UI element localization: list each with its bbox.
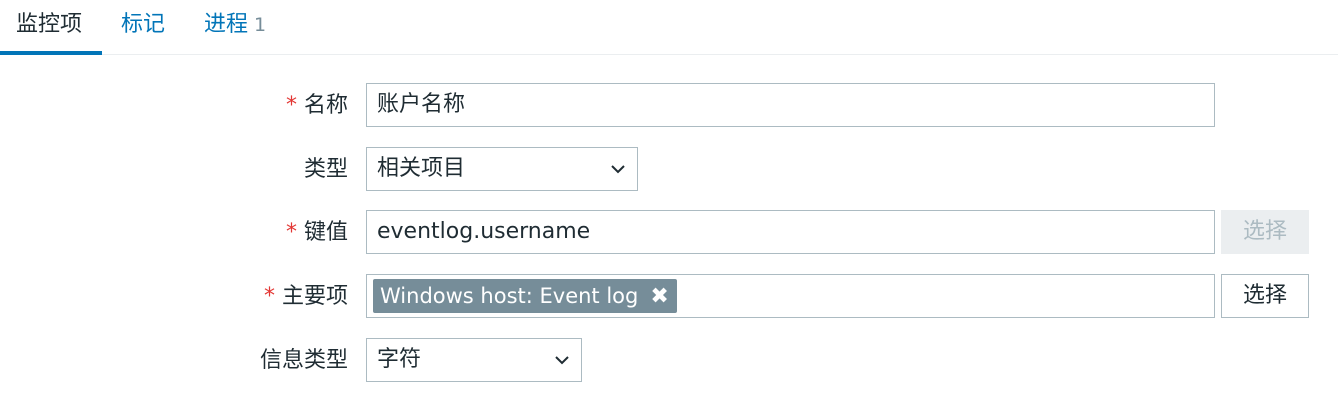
type-select[interactable]: 相关项目 <box>366 147 638 191</box>
form-row-name: * 名称 账户名称 <box>0 83 1338 129</box>
form-row-key: * 键值 eventlog.username 选择 <box>0 210 1338 256</box>
tab-items-label: 监控项 <box>16 12 83 37</box>
tab-bar: 监控项 标记 进程 1 <box>0 0 1338 55</box>
master-item-tag: Windows host: Event log ✖ <box>373 279 677 313</box>
remove-icon[interactable]: ✖ <box>650 280 668 314</box>
type-label: 类型 <box>304 147 348 193</box>
value-type-label-text: 信息类型 <box>259 348 348 373</box>
tab-preprocessing-count: 1 <box>254 14 267 36</box>
name-label-text: 名称 <box>303 93 348 118</box>
required-marker: * <box>285 93 297 118</box>
tab-tags-label: 标记 <box>121 12 166 37</box>
master-item-label-text: 主要项 <box>281 284 348 309</box>
key-label: * 键值 <box>286 210 348 256</box>
form-row-type: 类型 相关项目 <box>0 147 1338 193</box>
key-input-value: eventlog.username <box>377 219 591 244</box>
chevron-down-icon <box>555 356 569 365</box>
key-select-button[interactable]: 选择 <box>1221 210 1309 254</box>
master-item-label: * 主要项 <box>264 274 348 320</box>
form-row-value-type: 信息类型 字符 <box>0 338 1338 384</box>
master-item-multiselect[interactable]: Windows host: Event log ✖ <box>366 274 1215 318</box>
master-item-select-button[interactable]: 选择 <box>1221 274 1309 318</box>
name-input[interactable]: 账户名称 <box>366 83 1215 127</box>
value-type-select-value: 字符 <box>377 347 422 372</box>
tab-items[interactable]: 监控项 <box>0 0 102 55</box>
key-label-text: 键值 <box>303 220 348 245</box>
type-label-text: 类型 <box>303 157 348 182</box>
type-select-value: 相关项目 <box>377 156 466 181</box>
form-row-master-item: * 主要项 Windows host: Event log ✖ 选择 <box>0 274 1338 320</box>
name-label: * 名称 <box>286 83 348 129</box>
master-item-tag-label: Windows host: Event log <box>380 284 639 308</box>
required-marker: * <box>285 220 297 245</box>
tab-tags[interactable]: 标记 <box>121 0 165 54</box>
name-input-value: 账户名称 <box>377 92 466 117</box>
tab-preprocessing-label: 进程 <box>204 12 249 37</box>
chevron-down-icon <box>611 165 625 174</box>
value-type-select[interactable]: 字符 <box>366 338 582 382</box>
required-marker: * <box>263 284 275 309</box>
value-type-label: 信息类型 <box>260 338 348 384</box>
key-input[interactable]: eventlog.username <box>366 210 1215 254</box>
tab-preprocessing[interactable]: 进程 1 <box>204 0 266 54</box>
